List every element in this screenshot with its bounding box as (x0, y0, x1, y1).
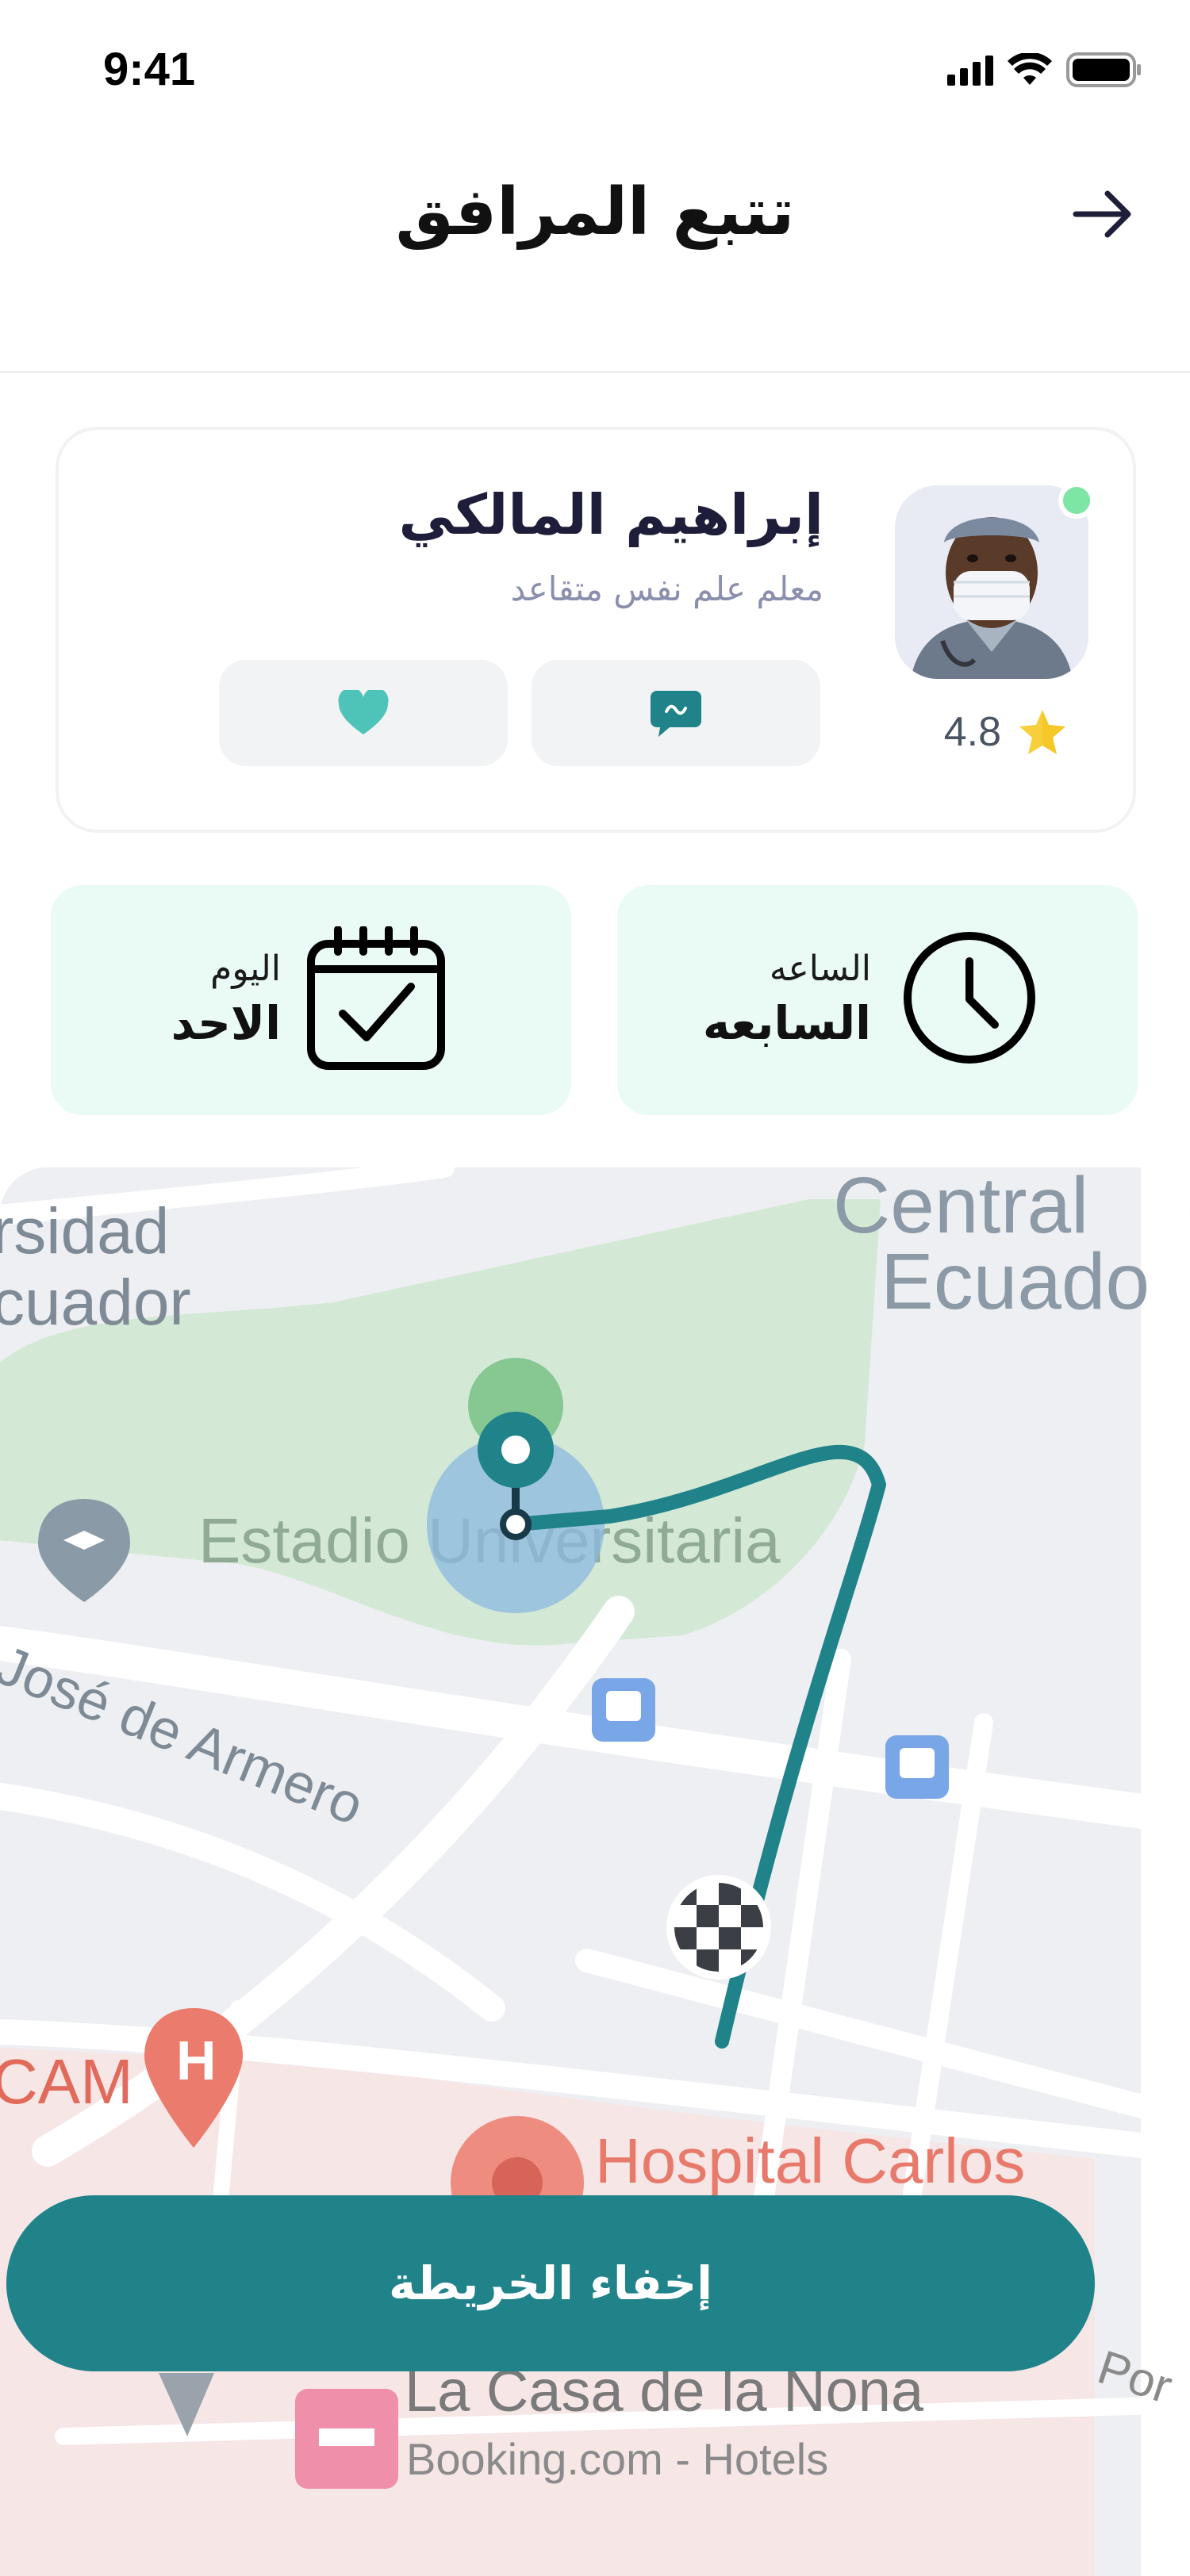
battery-icon (1066, 52, 1141, 87)
status-time: 9:41 (103, 44, 196, 95)
online-status-dot (1058, 482, 1095, 519)
back-button[interactable] (1063, 174, 1142, 254)
map-label-university: rsidad (0, 1195, 169, 1267)
companion-role: معلم علم نفس متقاعد (510, 569, 823, 608)
chat-button[interactable] (532, 660, 820, 766)
hotel-icon (295, 2389, 398, 2489)
map-label-cam: CAM (0, 2046, 133, 2117)
header: تتبع المرافق (0, 143, 1190, 373)
favorite-button[interactable] (219, 660, 508, 766)
day-tile: اليوم الاحد (51, 885, 571, 1115)
map-label-hospital: Hospital Carlos (595, 2126, 1025, 2196)
companion-name: إبراهيم المالكي (398, 482, 824, 547)
clock-icon (904, 932, 1035, 1064)
cellular-signal-icon (947, 54, 993, 86)
avatar-container (895, 482, 1095, 679)
chat-icon (651, 691, 701, 737)
map-label-ecuador: Ecuado (881, 1237, 1150, 1326)
day-value: الاحد (171, 996, 281, 1050)
destination-flag-icon (666, 1875, 771, 1980)
day-label: اليوم (210, 949, 281, 989)
hide-map-button[interactable]: إخفاء الخريطة (6, 2195, 1095, 2371)
page-title: تتبع المرافق (395, 174, 795, 250)
star-icon (1019, 710, 1065, 754)
time-label: الساعه (769, 949, 871, 989)
bus-stop-icon (592, 1678, 655, 1742)
companion-card: 4.8 إبراهيم المالكي معلم علم نفس متقاعد (56, 427, 1136, 833)
heart-icon (338, 690, 389, 734)
bus-stop-icon-2 (885, 1735, 949, 1799)
svg-text:H: H (176, 2030, 217, 2091)
arrow-right-icon (1073, 190, 1131, 238)
wifi-icon (1008, 53, 1052, 85)
map-label-hotel-sub: Booking.com - Hotels (406, 2434, 828, 2484)
status-icons (947, 52, 1142, 87)
avatar (895, 485, 1088, 679)
time-value: السابعه (702, 996, 871, 1050)
calendar-icon (307, 926, 445, 1070)
rating: 4.8 (944, 707, 1068, 757)
rating-value: 4.8 (943, 709, 1001, 755)
status-bar: 9:41 (0, 0, 1190, 143)
map-label-university-2: cuador (0, 1267, 191, 1339)
time-tile: الساعه السابعه (617, 885, 1138, 1115)
origin-pin-icon (478, 1412, 554, 1488)
